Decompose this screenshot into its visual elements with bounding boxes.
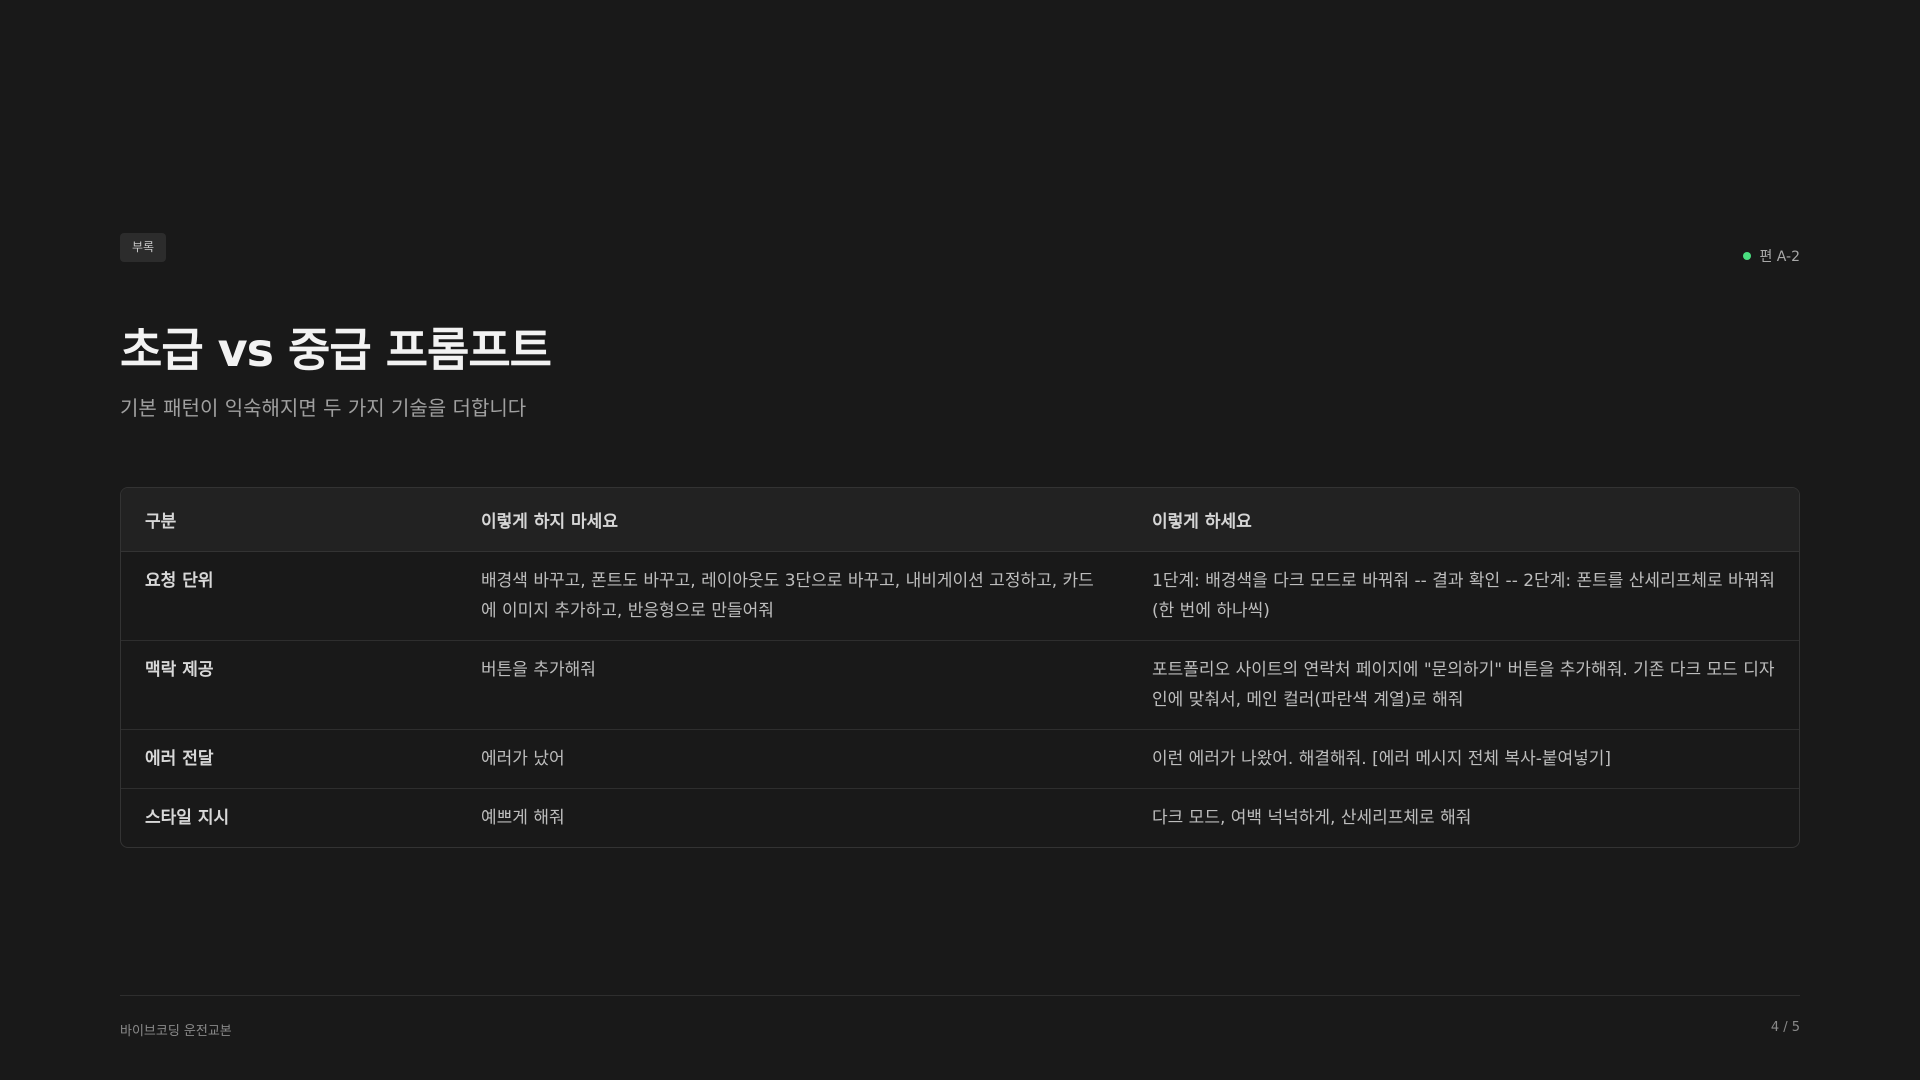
header-category: 구분 — [121, 488, 457, 552]
row-dont: 버튼을 추가해줘 — [457, 640, 1128, 730]
row-do: 이런 에러가 나왔어. 해결해줘. [에러 메시지 전체 복사-붙여넣기] — [1128, 729, 1799, 789]
page-number: 4 / 5 — [1770, 1020, 1800, 1035]
footer-book-title: 바이브코딩 운전교본 — [120, 1024, 232, 1039]
table-row: 에러 전달 에러가 났어 이런 에러가 나왔어. 해결해줘. [에러 메시지 전… — [121, 729, 1799, 789]
row-do: 포트폴리오 사이트의 연락처 페이지에 "문의하기" 버튼을 추가해줘. 기존 … — [1128, 640, 1799, 730]
slide-page: 부록 편 A-2 초급 vs 중급 프롬프트 기본 패턴이 익숙해지면 두 가지… — [0, 0, 1920, 1080]
row-category: 요청 단위 — [121, 551, 457, 641]
page-subtitle: 기본 패턴이 익숙해지면 두 가지 기술을 더합니다 — [120, 396, 527, 420]
row-dont: 예쁘게 해줘 — [481, 807, 565, 828]
comparison-table: 구분 이렇게 하지 마세요 이렇게 하세요 요청 단위 배경색 바꾸고, 폰트도… — [120, 487, 1800, 848]
table-row: 맥락 제공 버튼을 추가해줘 포트폴리오 사이트의 연락처 페이지에 "문의하기… — [121, 640, 1799, 730]
table-row: 요청 단위 배경색 바꾸고, 폰트도 바꾸고, 레이아웃도 3단으로 바꾸고, … — [121, 551, 1799, 641]
row-category: 스타일 지시 — [145, 807, 230, 828]
header-do: 이렇게 하세요 — [1128, 488, 1799, 552]
row-dont: 에러가 났어 — [457, 729, 1128, 789]
row-do: 다크 모드, 여백 넉넉하게, 산세리프체로 해줘 — [1152, 807, 1472, 828]
section-tag-label: 편 A-2 — [1759, 249, 1800, 265]
table-header-row: 구분 이렇게 하지 마세요 이렇게 하세요 — [121, 488, 1799, 552]
status-dot-icon — [1743, 252, 1752, 260]
row-category: 에러 전달 — [121, 729, 457, 789]
row-dont: 배경색 바꾸고, 폰트도 바꾸고, 레이아웃도 3단으로 바꾸고, 내비게이션 … — [457, 551, 1128, 641]
footer-divider — [120, 995, 1800, 996]
section-tag: 편 A-2 — [1743, 246, 1800, 266]
page-title: 초급 vs 중급 프롬프트 — [120, 323, 552, 377]
table-row: 스타일 지시 예쁘게 해줘 다크 모드, 여백 넉넉하게, 산세리프체로 해줘 — [121, 788, 1799, 847]
row-do: 1단계: 배경색을 다크 모드로 바꿔줘 -- 결과 확인 -- 2단계: 폰트… — [1128, 551, 1799, 641]
header-dont: 이렇게 하지 마세요 — [457, 488, 1128, 552]
appendix-badge: 부록 — [120, 233, 167, 262]
row-category: 맥락 제공 — [121, 640, 457, 730]
